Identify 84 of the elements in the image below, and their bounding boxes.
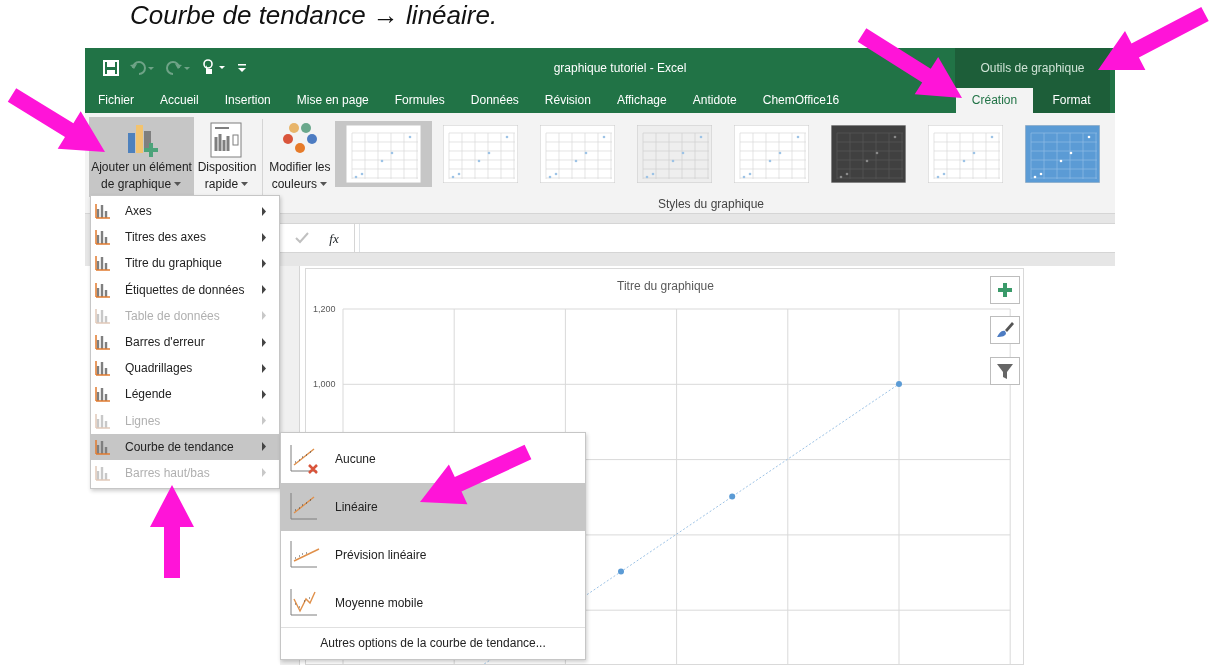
customize-toolbar-icon[interactable] bbox=[237, 61, 247, 74]
chart-element-icon bbox=[95, 281, 111, 298]
ribbon-tab[interactable]: Format bbox=[1033, 87, 1110, 113]
redo-icon[interactable] bbox=[165, 59, 191, 76]
chart-element-icon bbox=[95, 412, 111, 429]
menu-item[interactable]: Aucune bbox=[281, 435, 585, 483]
chart-elements-button[interactable] bbox=[990, 276, 1020, 304]
submenu-arrow-icon bbox=[261, 258, 267, 268]
caret-icon bbox=[240, 180, 250, 189]
submenu-arrow-icon bbox=[261, 337, 267, 347]
check-icon[interactable] bbox=[295, 232, 310, 245]
submenu-arrow-icon bbox=[261, 285, 267, 295]
ribbon-tab[interactable]: Création bbox=[956, 87, 1033, 113]
menu-item[interactable]: Barres d'erreur bbox=[91, 328, 279, 356]
save-icon[interactable] bbox=[103, 59, 119, 76]
chart-style-thumbnail[interactable] bbox=[637, 124, 712, 183]
chart-style-thumbnail[interactable] bbox=[540, 124, 615, 183]
chart-style-thumbnail[interactable] bbox=[928, 124, 1003, 183]
ribbon-button[interactable]: Modifier les couleurs bbox=[264, 116, 335, 197]
ribbon-tab[interactable]: ChemOffice16 bbox=[749, 87, 853, 113]
chart-element-icon bbox=[95, 307, 111, 324]
submenu-arrow-icon bbox=[261, 206, 267, 216]
ribbon-tab[interactable]: Accueil bbox=[147, 87, 212, 113]
chart-style-thumbnail[interactable] bbox=[831, 124, 906, 183]
trendline-remove-icon bbox=[289, 443, 321, 475]
menu-item[interactable]: Quadrillages bbox=[91, 355, 279, 382]
menu-item[interactable]: Axes bbox=[91, 198, 279, 225]
submenu-arrow-icon bbox=[261, 442, 267, 452]
chart-style-thumbnail[interactable] bbox=[734, 124, 809, 183]
chart-element-icon bbox=[95, 464, 111, 481]
filter-icon bbox=[996, 362, 1014, 380]
ribbon-tab[interactable]: Fichier bbox=[85, 87, 147, 113]
menu-item[interactable]: Autres options de la courbe de tendance... bbox=[281, 627, 585, 657]
submenu-arrow-icon bbox=[261, 232, 267, 242]
menu-item[interactable]: Étiquettes de données bbox=[91, 276, 279, 303]
touch-mode-icon[interactable] bbox=[201, 58, 227, 77]
menu-item[interactable]: Légende bbox=[91, 381, 279, 408]
caption: Courbe de tendance → linéaire. bbox=[130, 0, 498, 30]
ribbon-tab[interactable]: Affichage bbox=[603, 87, 680, 113]
submenu-arrow-icon bbox=[261, 468, 267, 478]
ribbon-button[interactable]: Ajouter un élément de graphique bbox=[89, 116, 195, 197]
chart-title: Titre du graphique bbox=[617, 279, 714, 293]
menu-item[interactable]: Titre du graphique bbox=[91, 250, 279, 277]
submenu-arrow-icon bbox=[261, 311, 267, 321]
ribbon-tab[interactable]: Insertion bbox=[211, 87, 284, 113]
ribbon-tab[interactable]: Mise en page bbox=[283, 87, 382, 113]
submenu-arrow-icon bbox=[261, 389, 267, 399]
ribbon-tab[interactable]: Formules bbox=[381, 87, 458, 113]
chart-styles-button[interactable] bbox=[990, 316, 1020, 344]
menu-item[interactable]: Prévision linéaire bbox=[281, 531, 585, 579]
chart-element-icon bbox=[95, 203, 111, 220]
chart-element-icon bbox=[95, 438, 111, 455]
menu-item[interactable]: Titres des axes bbox=[91, 224, 279, 251]
window-title: graphique tutoriel - Excel bbox=[553, 60, 687, 75]
chart-element-icon bbox=[95, 386, 111, 403]
chart-element-icon bbox=[95, 334, 111, 351]
undo-icon[interactable] bbox=[129, 59, 155, 76]
ribbon-tab[interactable]: Antidote bbox=[679, 87, 750, 113]
insert-function-button[interactable]: fx bbox=[329, 228, 339, 248]
chart-element-icon bbox=[95, 255, 111, 272]
menu-item[interactable]: Linéaire bbox=[281, 483, 585, 531]
caret-icon bbox=[319, 180, 329, 189]
plus-icon bbox=[996, 281, 1014, 299]
contextual-tab-group: Outils de graphique bbox=[955, 48, 1110, 88]
axis-label: 1,200 bbox=[313, 304, 336, 314]
chart-style-thumbnail[interactable] bbox=[443, 124, 518, 183]
chart-style-thumbnail[interactable] bbox=[1025, 124, 1100, 183]
group-label: Styles du graphique bbox=[657, 195, 764, 213]
caret-icon bbox=[173, 180, 183, 189]
ribbon-tab[interactable]: Révision bbox=[531, 87, 604, 113]
brush-icon bbox=[996, 321, 1014, 339]
chart-filter-button[interactable] bbox=[990, 357, 1020, 385]
menu-item[interactable]: Moyenne mobile bbox=[281, 579, 585, 627]
ribbon-tab[interactable]: Données bbox=[457, 87, 532, 113]
submenu-arrow-icon bbox=[261, 416, 267, 426]
menu-item[interactable]: Courbe de tendance bbox=[91, 433, 279, 460]
chart-element-icon bbox=[95, 229, 111, 246]
trendline-icon bbox=[289, 539, 321, 571]
layout-icon bbox=[209, 120, 245, 159]
chart-style-thumbnail[interactable] bbox=[346, 124, 421, 183]
submenu-arrow-icon bbox=[261, 363, 267, 373]
axis-label: 1,000 bbox=[313, 379, 336, 390]
ribbon-button[interactable]: Disposition rapide bbox=[194, 116, 260, 197]
chart-element-icon bbox=[95, 360, 111, 377]
